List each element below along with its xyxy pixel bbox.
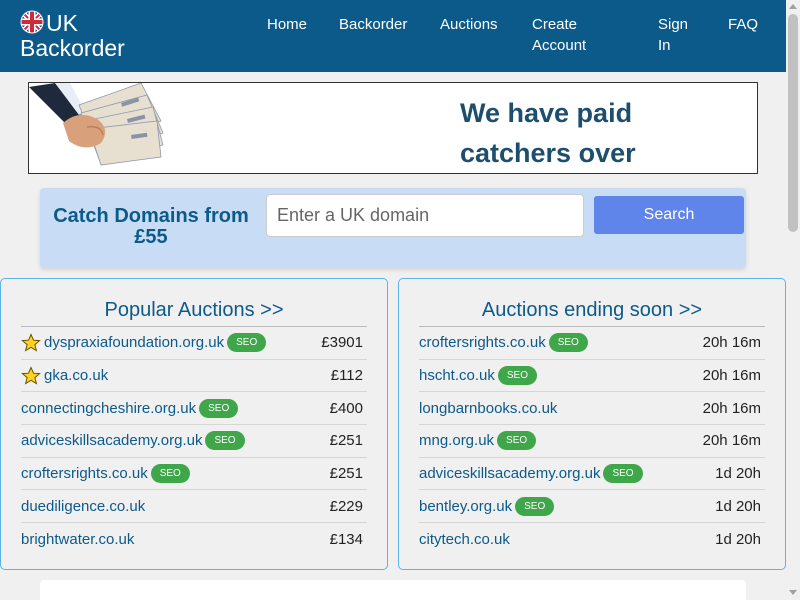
- popular-auctions-panel: Popular Auctions >> dyspraxiafoundation.…: [0, 278, 388, 570]
- time-remaining: 20h 16m: [702, 432, 761, 450]
- domain-link[interactable]: citytech.co.uk: [419, 531, 510, 548]
- star-icon: [21, 365, 41, 385]
- list-item: brightwater.co.uk £134: [21, 523, 367, 556]
- domain-search-box: Catch Domains from £55 Search: [40, 188, 746, 268]
- seo-badge: SEO: [497, 431, 537, 451]
- nav-home[interactable]: Home: [267, 14, 307, 35]
- banner-line-1: We have paid: [460, 98, 633, 128]
- ending-soon-list: croftersrights.co.uk SEO 20h 16m hscht.c…: [419, 326, 765, 556]
- nav-create-account[interactable]: Create Account: [532, 14, 586, 56]
- banner-headline: We have paid catchers over: [460, 93, 636, 173]
- nav-auctions-label: Auctions: [440, 16, 498, 33]
- list-item: dyspraxiafoundation.org.uk SEO £3901: [21, 327, 367, 360]
- domain-link[interactable]: gka.co.uk: [44, 367, 108, 384]
- domain-link[interactable]: connectingcheshire.org.uk: [21, 400, 196, 417]
- domain-link[interactable]: dyspraxiafoundation.org.uk: [44, 334, 224, 351]
- brand-line-1: UK: [46, 10, 78, 36]
- nav-faq[interactable]: FAQ: [728, 14, 758, 35]
- list-item: longbarnbooks.co.uk 20h 16m: [419, 392, 765, 426]
- navbar: UK Backorder Home Backorder Auctions Cre…: [0, 0, 786, 72]
- seo-badge: SEO: [199, 398, 239, 418]
- banner-line-2: catchers over: [460, 138, 636, 168]
- domain-link[interactable]: croftersrights.co.uk: [21, 465, 148, 482]
- time-remaining: 20h 16m: [702, 399, 761, 417]
- search-button[interactable]: Search: [594, 196, 744, 234]
- page-scrollbar[interactable]: [786, 0, 800, 600]
- popular-auctions-list: dyspraxiafoundation.org.uk SEO £3901 gka…: [21, 326, 367, 556]
- auction-price: £134: [329, 530, 363, 548]
- domain-link[interactable]: adviceskillsacademy.org.uk: [21, 432, 202, 449]
- time-remaining: 1d 20h: [715, 465, 761, 483]
- seo-badge: SEO: [497, 366, 537, 386]
- nav-auctions[interactable]: Auctions: [440, 14, 498, 35]
- ending-soon-title[interactable]: Auctions ending soon >>: [399, 298, 785, 322]
- domain-link[interactable]: brightwater.co.uk: [21, 531, 134, 548]
- brand-logo[interactable]: UK Backorder: [20, 10, 125, 61]
- seo-badge: SEO: [603, 464, 643, 484]
- domain-link[interactable]: mng.org.uk: [419, 432, 494, 449]
- content-card: [40, 580, 746, 600]
- nav-backorder[interactable]: Backorder: [339, 14, 407, 35]
- domain-link[interactable]: adviceskillsacademy.org.uk: [419, 465, 600, 482]
- list-item: citytech.co.uk 1d 20h: [419, 523, 765, 556]
- auction-price: £229: [329, 497, 363, 515]
- auction-price: £400: [329, 399, 363, 417]
- list-item: bentley.org.uk SEO 1d 20h: [419, 490, 765, 524]
- promo-banner[interactable]: We have paid catchers over: [28, 82, 758, 174]
- list-item: adviceskillsacademy.org.uk SEO 1d 20h: [419, 458, 765, 491]
- nav-create-account-line-1: Create: [532, 16, 578, 33]
- popular-auctions-title[interactable]: Popular Auctions >>: [1, 298, 387, 322]
- scroll-down-arrow-icon[interactable]: [789, 590, 797, 595]
- list-item: croftersrights.co.uk SEO £251: [21, 458, 367, 491]
- list-item: croftersrights.co.uk SEO 20h 16m: [419, 327, 765, 360]
- hand-holding-money-image: [29, 83, 164, 166]
- list-item: gka.co.uk £112: [21, 360, 367, 393]
- ending-soon-panel: Auctions ending soon >> croftersrights.c…: [398, 278, 786, 570]
- nav-sign-in-line-2: In: [658, 37, 671, 54]
- nav-home-label: Home: [267, 16, 308, 33]
- seo-badge: SEO: [205, 431, 245, 451]
- list-item: hscht.co.uk SEO 20h 16m: [419, 360, 765, 393]
- auction-price: £251: [329, 465, 363, 483]
- scroll-up-arrow-icon[interactable]: [789, 4, 797, 9]
- nav-faq-label: FAQ: [728, 16, 759, 33]
- nav-sign-in-line-1: Sign: [658, 16, 689, 33]
- seo-badge: SEO: [150, 464, 190, 484]
- time-remaining: 1d 20h: [715, 497, 761, 515]
- search-title: Catch Domains from £55: [53, 205, 249, 248]
- domain-link[interactable]: duediligence.co.uk: [21, 498, 145, 515]
- seo-badge: SEO: [515, 496, 555, 516]
- nav-sign-in[interactable]: Sign In: [658, 14, 688, 56]
- uk-flag-icon: [20, 10, 44, 34]
- auction-price: £251: [329, 432, 363, 450]
- domain-link[interactable]: bentley.org.uk: [419, 498, 512, 515]
- nav-create-account-line-2: Account: [532, 37, 587, 54]
- domain-link[interactable]: croftersrights.co.uk: [419, 334, 546, 351]
- list-item: mng.org.uk SEO 20h 16m: [419, 425, 765, 458]
- nav-backorder-label: Backorder: [339, 16, 408, 33]
- auction-price: £112: [330, 367, 363, 385]
- seo-badge: SEO: [548, 333, 588, 353]
- domain-search-input[interactable]: [266, 194, 584, 237]
- star-icon: [21, 333, 41, 352]
- time-remaining: 20h 16m: [702, 367, 761, 385]
- time-remaining: 1d 20h: [715, 530, 761, 548]
- list-item: adviceskillsacademy.org.uk SEO £251: [21, 425, 367, 458]
- brand-line-2: Backorder: [20, 35, 125, 61]
- domain-link[interactable]: longbarnbooks.co.uk: [419, 400, 557, 417]
- seo-badge: SEO: [227, 333, 267, 353]
- list-item: duediligence.co.uk £229: [21, 490, 367, 524]
- list-item: connectingcheshire.org.uk SEO £400: [21, 392, 367, 426]
- auction-price: £3901: [321, 334, 363, 352]
- domain-link[interactable]: hscht.co.uk: [419, 367, 495, 384]
- scroll-thumb[interactable]: [788, 14, 798, 232]
- time-remaining: 20h 16m: [702, 334, 761, 352]
